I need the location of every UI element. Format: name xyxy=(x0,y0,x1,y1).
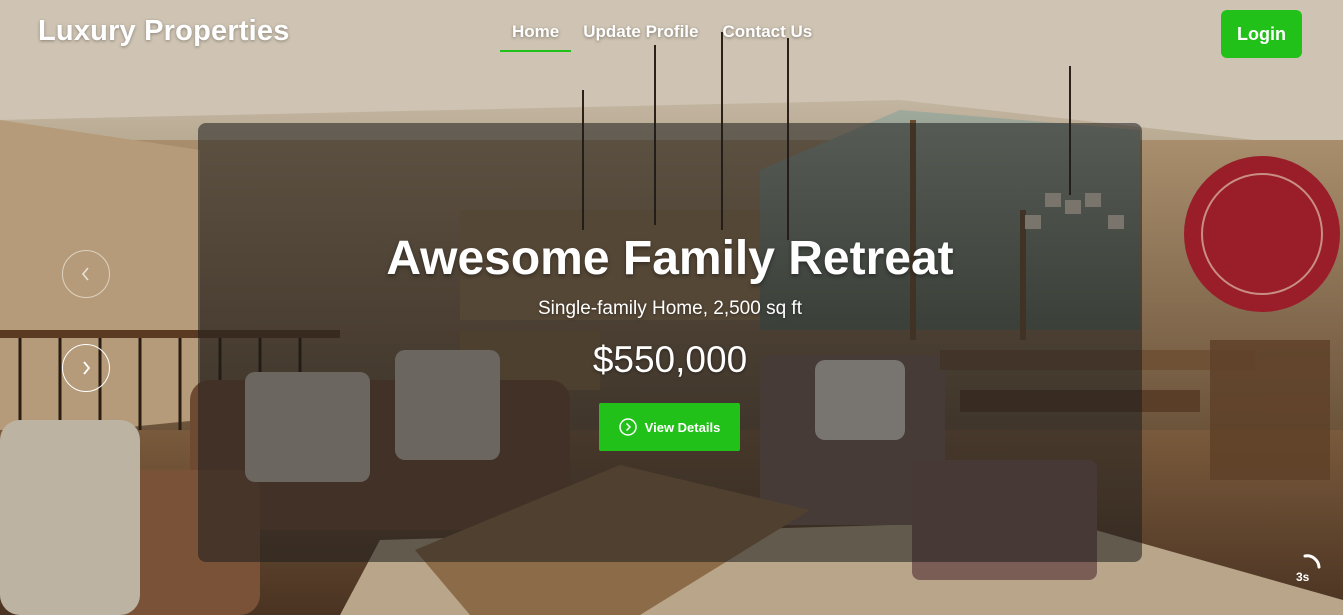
nav-item-contact-us[interactable]: Contact Us xyxy=(710,18,824,50)
carousel-prev-button[interactable] xyxy=(62,250,110,298)
nav-item-home[interactable]: Home xyxy=(500,18,572,52)
main-nav: Home Update Profile Contact Us xyxy=(500,18,824,52)
chevron-right-icon xyxy=(83,361,91,375)
hero-slider: Luxury Properties Home Update Profile Co… xyxy=(0,0,1343,615)
chevron-left-icon xyxy=(81,267,89,281)
slide-price: $550,000 xyxy=(592,339,748,380)
autoplay-timer-label: 3s xyxy=(1296,570,1310,584)
slide-card: Awesome Family Retreat Single-family Hom… xyxy=(198,123,1142,562)
chevron-circle-right-icon xyxy=(618,418,637,436)
nav-item-update-profile[interactable]: Update Profile xyxy=(571,18,710,50)
login-button[interactable]: Login xyxy=(1221,10,1302,58)
carousel-next-button[interactable] xyxy=(62,344,110,392)
view-details-button[interactable]: View Details xyxy=(599,403,740,451)
slide-title: Awesome Family Retreat xyxy=(386,232,954,285)
view-details-label: View Details xyxy=(644,419,721,435)
slide-subtitle: Single-family Home, 2,500 sq ft xyxy=(537,298,802,319)
site-logo[interactable]: Luxury Properties xyxy=(38,15,290,48)
site-header: Luxury Properties Home Update Profile Co… xyxy=(0,0,1343,70)
